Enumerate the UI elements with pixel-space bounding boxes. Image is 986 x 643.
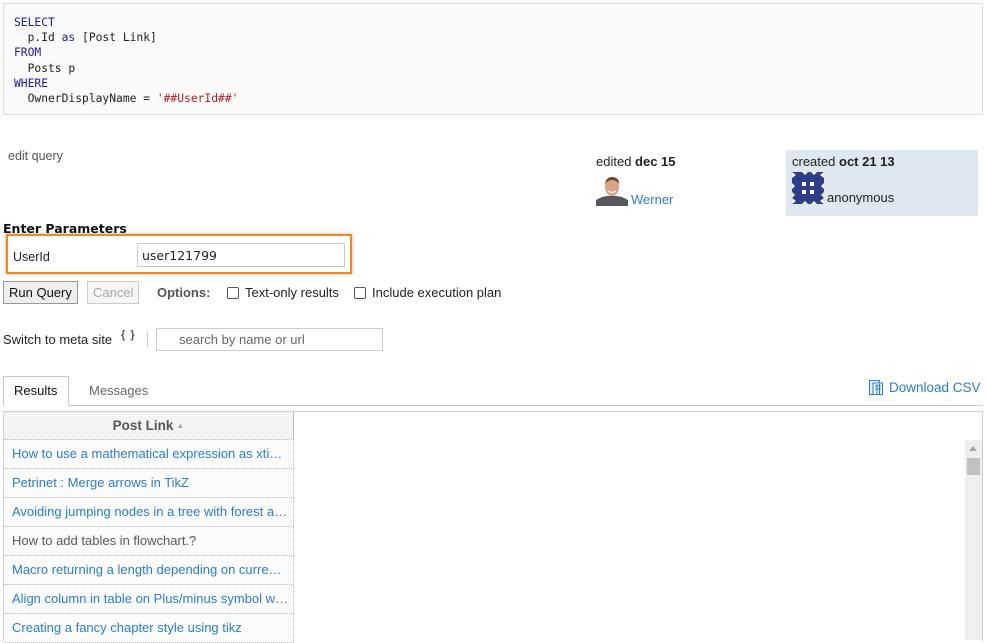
spreadsheet-icon: [869, 380, 883, 395]
post-link[interactable]: Align column in table on Plus/minus symb…: [12, 591, 288, 606]
column-header-post-link[interactable]: Post Link ▲: [4, 412, 294, 440]
table-row: Avoiding jumping nodes in a tree with fo…: [4, 498, 294, 527]
sort-ascending-icon: ▲: [176, 421, 185, 430]
sql-line: Posts p: [14, 61, 972, 76]
sql-line: SELECT: [14, 15, 972, 30]
editor-name-link[interactable]: Werner: [631, 192, 673, 207]
editor-avatar[interactable]: [596, 174, 628, 206]
results-grid: Post Link ▲ How to use a mathematical exp…: [3, 411, 983, 643]
sql-keyword: WHERE: [14, 76, 49, 90]
vertical-scrollbar[interactable]: [965, 440, 982, 640]
parameters-highlight-box: UserId: [6, 234, 352, 274]
tab-messages[interactable]: Messages: [79, 377, 158, 407]
options-label: Options:: [157, 285, 211, 300]
created-date: oct 21 13: [839, 154, 895, 169]
sql-text: OwnerDisplayName =: [14, 92, 157, 106]
sql-code-block: SELECT p.Id as [Post Link] FROM Posts p WH…: [3, 3, 983, 115]
scrollbar-thumb[interactable]: [967, 458, 980, 475]
sql-keyword: SELECT: [14, 16, 55, 29]
braces-icon[interactable]: { }: [121, 329, 136, 341]
scroll-up-arrow-icon[interactable]: [969, 446, 977, 451]
edited-date: dec 15: [635, 154, 676, 169]
column-header-label: Post Link: [112, 418, 174, 433]
sql-line: WHERE: [14, 76, 972, 91]
sql-text: Posts p: [14, 61, 76, 75]
text-only-label: Text-only results: [245, 285, 339, 300]
download-csv-label: Download CSV: [889, 380, 981, 395]
table-row: Creating a fancy chapter style using tik…: [4, 614, 294, 643]
identicon-avatar: [792, 172, 824, 204]
sql-line: FROM: [14, 45, 972, 60]
post-link[interactable]: How to use a mathematical expression as …: [12, 446, 282, 461]
results-rows: How to use a mathematical expression as …: [4, 440, 294, 643]
text-only-checkbox[interactable]: [227, 286, 239, 299]
execution-plan-option[interactable]: Include execution plan: [354, 285, 501, 300]
sql-line: p.Id as [Post Link]: [14, 30, 972, 45]
edited-prefix: edited: [596, 154, 632, 169]
sql-text: p.Id: [14, 31, 62, 45]
execution-plan-checkbox[interactable]: [354, 286, 366, 299]
table-row: Align column in table on Plus/minus symb…: [4, 585, 294, 614]
table-row: How to use a mathematical expression as …: [4, 440, 294, 469]
userid-input[interactable]: [137, 243, 345, 267]
text-only-results-option[interactable]: Text-only results: [227, 285, 339, 300]
site-search-input[interactable]: [156, 328, 383, 351]
table-row: How to add tables in flowchart.?: [4, 527, 294, 556]
switch-to-meta-link[interactable]: Switch to meta site: [3, 332, 112, 347]
post-link[interactable]: Avoiding jumping nodes in a tree with fo…: [12, 504, 287, 519]
sql-string: '##UserId##': [156, 92, 239, 106]
tab-results[interactable]: Results: [3, 376, 69, 406]
post-link[interactable]: Petrinet : Merge arrows in TikZ: [12, 475, 189, 490]
sql-keyword: FROM: [14, 46, 42, 60]
creator-name: anonymous: [827, 190, 895, 205]
download-csv-link[interactable]: Download CSV: [869, 380, 981, 395]
sql-keyword: as: [61, 31, 76, 45]
cancel-button[interactable]: Cancel: [87, 281, 140, 304]
created-info: created oct 21 13 anonymous: [786, 150, 978, 216]
table-row: Petrinet : Merge arrows in TikZ: [4, 469, 294, 498]
created-prefix: created: [792, 154, 836, 169]
sql-line: OwnerDisplayName = '##UserId##': [14, 91, 972, 106]
execution-plan-label: Include execution plan: [372, 285, 502, 300]
divider: [147, 331, 148, 347]
run-query-button[interactable]: Run Query: [3, 281, 78, 304]
edit-query-link[interactable]: edit query: [8, 149, 63, 163]
edited-info: edited dec 15 Werner: [596, 154, 766, 207]
table-row: Macro returning a length depending on cu…: [4, 556, 294, 585]
post-link[interactable]: How to add tables in flowchart.?: [12, 533, 196, 548]
userid-label: UserId: [13, 250, 50, 264]
sql-text: [Post Link]: [75, 31, 157, 45]
post-link[interactable]: Macro returning a length depending on cu…: [12, 562, 282, 577]
